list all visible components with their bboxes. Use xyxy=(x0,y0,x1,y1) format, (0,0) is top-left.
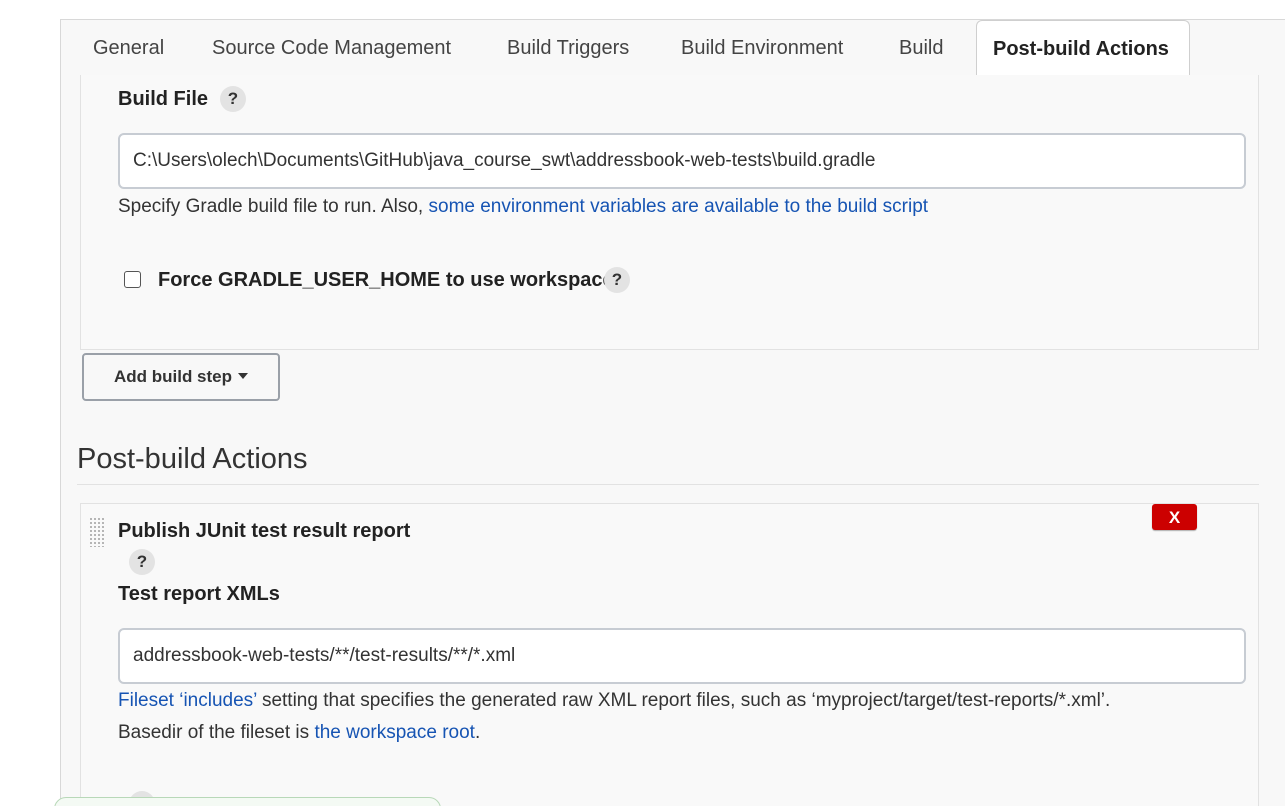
build-file-label: Build File xyxy=(118,88,208,110)
build-file-help-icon[interactable]: ? xyxy=(220,86,246,112)
tab-build-environment[interactable]: Build Environment xyxy=(681,20,843,75)
config-content: Build File ? Specify Gradle build file t… xyxy=(60,75,1285,806)
config-tabs: General Source Code Management Build Tri… xyxy=(60,20,1285,75)
junit-report-help-icon[interactable]: ? xyxy=(129,549,155,575)
add-build-step-label: Add build step xyxy=(113,367,233,386)
jenkins-config-page: General Source Code Management Build Tri… xyxy=(0,0,1285,806)
test-report-xmls-label: Test report XMLs xyxy=(118,583,280,605)
junit-report-panel: Publish JUnit test result report X ? Tes… xyxy=(80,503,1259,806)
force-gradle-user-home-checkbox[interactable] xyxy=(124,271,141,288)
add-build-step-button[interactable]: Add build step xyxy=(82,353,280,401)
post-build-actions-title: Post-build Actions xyxy=(77,443,308,475)
tab-build[interactable]: Build xyxy=(899,20,943,75)
fileset-includes-link[interactable]: Fileset ‘includes’ xyxy=(118,690,257,711)
test-report-description-line2: Basedir of the fileset is the workspace … xyxy=(118,722,480,744)
test-report-description-text1: setting that specifies the generated raw… xyxy=(256,690,1111,711)
notification-bubble xyxy=(54,797,441,806)
tab-source-code-management[interactable]: Source Code Management xyxy=(212,20,451,75)
section-divider xyxy=(77,484,1259,485)
build-file-input[interactable] xyxy=(118,133,1246,189)
tab-build-triggers[interactable]: Build Triggers xyxy=(507,20,629,75)
delete-junit-report-button[interactable]: X xyxy=(1152,504,1197,530)
build-file-description: Specify Gradle build file to run. Also, … xyxy=(118,196,928,218)
workspace-root-link[interactable]: the workspace root xyxy=(314,722,475,743)
tab-post-build-actions[interactable]: Post-build Actions xyxy=(976,20,1190,75)
junit-report-title: Publish JUnit test result report xyxy=(118,520,411,542)
force-gradle-user-home-help-icon[interactable]: ? xyxy=(604,267,630,293)
environment-variables-link[interactable]: some environment variables are available… xyxy=(429,196,929,217)
test-report-xmls-input[interactable] xyxy=(118,628,1246,684)
caret-down-icon xyxy=(238,373,249,380)
build-file-description-text: Specify Gradle build file to run. Also, xyxy=(118,196,429,217)
test-report-description-text2: Basedir of the fileset is xyxy=(118,722,315,743)
drag-handle-icon[interactable] xyxy=(89,517,105,547)
gradle-build-step-panel: Build File ? Specify Gradle build file t… xyxy=(80,75,1259,350)
force-gradle-user-home-label: Force GRADLE_USER_HOME to use workspace xyxy=(158,269,614,291)
tab-general[interactable]: General xyxy=(93,20,164,75)
test-report-description-text3: . xyxy=(474,722,481,743)
test-report-description-line1: Fileset ‘includes’ setting that specifie… xyxy=(118,690,1110,712)
